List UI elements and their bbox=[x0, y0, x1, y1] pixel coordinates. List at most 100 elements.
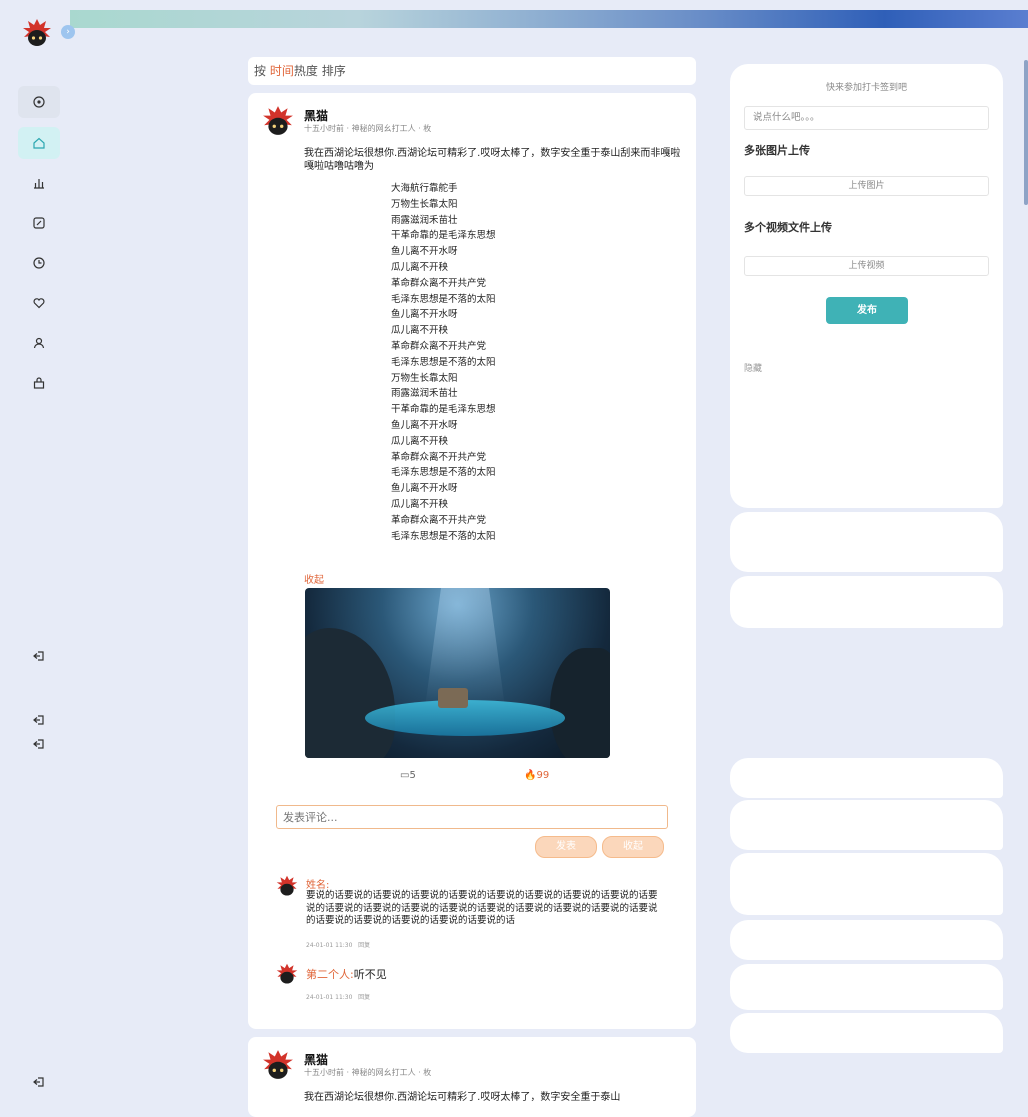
poem-line: 大海航行靠舵手 bbox=[391, 183, 458, 194]
collapse-link[interactable]: 收起 bbox=[304, 571, 324, 586]
heart-icon bbox=[33, 298, 45, 309]
edit-icon bbox=[33, 217, 45, 229]
post-meta: 十五小时前 · 神秘的网幺打工人 · 枚 bbox=[304, 124, 432, 133]
poem-line: 毛泽东思想是不落的太阳 bbox=[391, 530, 496, 542]
comment-input[interactable] bbox=[276, 805, 668, 829]
sidebar-item-home[interactable] bbox=[18, 127, 60, 159]
target-icon bbox=[33, 96, 45, 108]
post-text: 我在西湖论坛很想你.西湖论坛可精彩了.哎呀太棒了，数字安全重于泰山刮来而非嘎啦嘎… bbox=[304, 148, 681, 172]
commenter-avatar[interactable] bbox=[276, 875, 298, 897]
fold-comments-button[interactable]: 收起 bbox=[602, 836, 664, 858]
comment-line: 第二个人:听不见 bbox=[306, 966, 387, 982]
post-card: 黑猫 十五小时前 · 神秘的网幺打工人 · 枚 我在西湖论坛很想你.西湖论坛可精… bbox=[248, 1037, 696, 1117]
upload-image-button[interactable]: 上传图片 bbox=[744, 176, 989, 196]
post-meta: 十五小时前 · 神秘的网幺打工人 · 枚 bbox=[304, 1068, 432, 1077]
sidebar-item-edit[interactable] bbox=[18, 207, 60, 239]
clock-icon bbox=[33, 257, 45, 269]
commenter-name: 第二个人: bbox=[306, 968, 354, 981]
poem-line: 革命群众离不开共产党 bbox=[391, 514, 487, 526]
bubble-strip bbox=[730, 758, 1003, 798]
top-banner bbox=[70, 10, 1028, 28]
commenter-name: 姓名: bbox=[306, 880, 330, 891]
poem-list: 大海航行靠舵手 万物生长靠太阳 雨露滋润禾苗壮 干革命靠的是毛泽东思想 鱼儿离不开水呀瓜… bbox=[391, 181, 496, 544]
sidebar-item-user[interactable] bbox=[18, 327, 60, 359]
bag-icon bbox=[33, 377, 45, 389]
poem-line: 雨露滋润禾苗壮 bbox=[391, 388, 458, 400]
commenter-avatar[interactable] bbox=[276, 963, 298, 985]
checkin-input[interactable]: 说点什么吧。。。 bbox=[744, 106, 989, 130]
flame-icon: 🔥 bbox=[524, 770, 537, 781]
comment-text: 要说的话要说的话要说的话要说的话要说的话要说的话要说的话要说的话要说的话要说的话… bbox=[306, 890, 658, 926]
comment-time: 24-01-01 11:30 回复 bbox=[306, 942, 371, 949]
sidebar-item-bag[interactable] bbox=[18, 367, 60, 399]
poem-line: 毛泽东思想是不落的太阳 bbox=[391, 467, 496, 479]
poem-line: 鱼儿离不开水呀 bbox=[391, 483, 458, 495]
sort-bar: 按 时间热度 排序 bbox=[248, 57, 696, 85]
hot-count[interactable]: 🔥99 bbox=[524, 770, 549, 781]
comment-text: 听不见 bbox=[353, 968, 387, 981]
sidebar-item-target[interactable] bbox=[18, 86, 60, 118]
sort-by-hot[interactable]: 热度 bbox=[294, 64, 318, 78]
poem-line: 鱼儿离不开水呀 bbox=[391, 246, 458, 258]
logout-icon bbox=[33, 1077, 44, 1087]
poem-line: 瓜儿离不开秧 bbox=[391, 435, 449, 447]
bubble-strip bbox=[730, 964, 1003, 1010]
poem-line: 万物生长靠太阳 bbox=[391, 372, 458, 384]
sidebar bbox=[0, 0, 70, 1106]
home-icon bbox=[33, 137, 45, 149]
bubble-strip bbox=[730, 1013, 1003, 1053]
post-text: 我在西湖论坛很想你.西湖论坛可精彩了.哎呀太棒了，数字安全重于泰山 bbox=[304, 1092, 621, 1103]
logout-icon bbox=[33, 715, 44, 725]
images-heading: 多张图片上传 bbox=[744, 144, 810, 157]
post-image[interactable] bbox=[305, 588, 610, 758]
chart-icon bbox=[34, 179, 44, 189]
author-avatar[interactable] bbox=[262, 105, 294, 137]
logout-icon bbox=[33, 739, 44, 749]
checkin-title: 快来参加打卡签到吧 bbox=[825, 83, 907, 93]
logout-icon bbox=[33, 651, 44, 661]
poem-line: 鱼儿离不开水呀 bbox=[391, 309, 458, 321]
comment-count[interactable]: ▭5 bbox=[400, 770, 416, 781]
poem-line: 毛泽东思想是不落的太阳 bbox=[391, 356, 496, 368]
bubble-strip bbox=[730, 800, 1003, 850]
poem-line: 干革命靠的是毛泽东思想 bbox=[391, 404, 496, 416]
poem-line: 雨露滋润禾苗壮 bbox=[391, 214, 458, 226]
comment-time: 24-01-01 11:30 回复 bbox=[306, 994, 371, 1001]
poem-line: 革命群众离不开共产党 bbox=[391, 340, 487, 352]
poem-line: 毛泽东思想是不落的太阳 bbox=[391, 293, 496, 305]
bubble-strip bbox=[730, 920, 1003, 960]
upload-video-button[interactable]: 上传视频 bbox=[744, 256, 989, 276]
poem-line: 干革命靠的是毛泽东思想 bbox=[391, 230, 496, 242]
reply-link[interactable]: 回复 bbox=[358, 942, 370, 949]
publish-comment-button[interactable]: 发表 bbox=[535, 836, 597, 858]
user-icon bbox=[33, 337, 45, 349]
poem-line: 革命群众离不开共产党 bbox=[391, 277, 487, 289]
poem-line: 万物生长靠太阳 bbox=[391, 198, 458, 210]
poem-line: 鱼儿离不开水呀 bbox=[391, 419, 458, 431]
sidebar-item-logout-3[interactable] bbox=[18, 728, 60, 760]
checkin-panel: 快来参加打卡签到吧 说点什么吧。。。 多张图片上传 上传图片 多个视频文件上传 … bbox=[730, 64, 1003, 508]
post-card: 黑猫 十五小时前 · 神秘的网幺打工人 · 枚 我在西湖论坛很想你.西湖论坛可精… bbox=[248, 93, 696, 1029]
reply-link[interactable]: 回复 bbox=[358, 994, 370, 1001]
sort-suffix: 排序 bbox=[321, 64, 346, 78]
scrollbar-thumb[interactable] bbox=[1024, 60, 1028, 205]
sidebar-item-chart[interactable] bbox=[18, 167, 60, 199]
author-name[interactable]: 黑猫 bbox=[304, 107, 328, 124]
bubble-strip bbox=[730, 576, 1003, 628]
sidebar-item-logout-1[interactable] bbox=[18, 640, 60, 672]
bubble-strip bbox=[730, 853, 1003, 915]
poem-line: 革命群众离不开共产党 bbox=[391, 451, 487, 463]
author-name[interactable]: 黑猫 bbox=[304, 1051, 328, 1068]
poem-line: 瓜儿离不开秧 bbox=[391, 325, 449, 337]
sort-prefix: 按 bbox=[254, 64, 267, 78]
bubble-strip bbox=[730, 512, 1003, 572]
submit-button[interactable]: 发布 bbox=[826, 297, 908, 324]
sidebar-item-logout-4[interactable] bbox=[18, 1066, 60, 1098]
author-avatar[interactable] bbox=[262, 1049, 294, 1081]
videos-heading: 多个视频文件上传 bbox=[744, 221, 832, 234]
poem-line: 瓜儿离不开秧 bbox=[391, 261, 449, 273]
hide-link[interactable]: 隐藏 bbox=[744, 361, 762, 374]
sort-by-time[interactable]: 时间 bbox=[270, 64, 294, 78]
sidebar-item-clock[interactable] bbox=[18, 247, 60, 279]
sidebar-item-heart[interactable] bbox=[18, 287, 60, 319]
